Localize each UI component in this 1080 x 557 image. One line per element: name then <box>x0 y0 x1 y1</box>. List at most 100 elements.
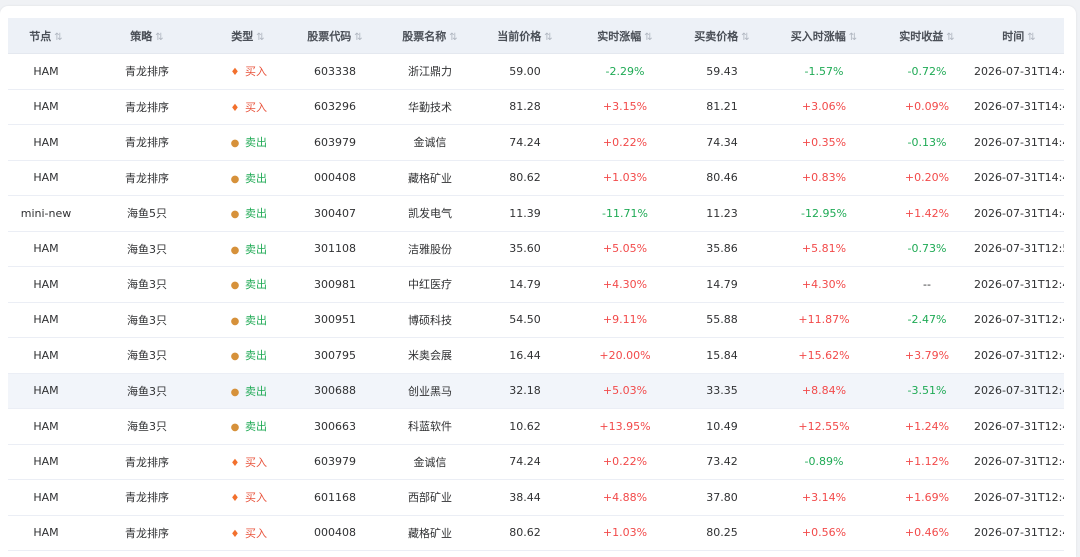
table-row[interactable]: HAM 海鱼3只 ● 卖出 300688 创业黑马 32.18 +5.03% 33.35 +8.8… <box>8 373 1064 409</box>
sort-icon[interactable]: ⇅ <box>256 32 264 43</box>
cell-buy-change: +8.84% <box>801 384 847 398</box>
cell-price: 38.44 <box>509 490 541 504</box>
header-profit[interactable]: 实时收益 ⇅ <box>880 28 974 44</box>
cell-strategy: 海鱼5只 <box>127 207 167 221</box>
cell-strategy: 青龙排序 <box>125 491 169 505</box>
header-name[interactable]: 股票名称 ⇅ <box>384 28 476 44</box>
table-row[interactable]: HAM 海鱼3只 ● 卖出 300981 中红医疗 14.79 +4.30% 14.79 +4.3… <box>8 267 1064 303</box>
cell-time: 2026-07-31T12:49:55 <box>974 384 1064 398</box>
cell-trade-price: 14.79 <box>706 277 738 291</box>
cell-type: ● 卖出 <box>210 170 286 186</box>
table-row[interactable]: mini-new 海鱼5只 ● 卖出 300407 凯发电气 11.39 -11.71% 11.… <box>8 196 1064 232</box>
cell-change: +13.95% <box>599 419 651 433</box>
trade-table: 节点 ⇅ 策略 ⇅ 类型 ⇅ 股票代码 ⇅ 股票名称 ⇅ 当前价格 ⇅ 实时涨幅 ⇅ 买卖价格… <box>8 18 1064 551</box>
cell-buy-change: +0.35% <box>801 135 847 149</box>
sort-icon[interactable]: ⇅ <box>155 32 163 43</box>
header-trade-price[interactable]: 买卖价格 ⇅ <box>676 28 768 44</box>
cell-buy-change: +0.83% <box>801 171 847 185</box>
table-row[interactable]: HAM 海鱼3只 ● 卖出 300795 米奥会展 16.44 +20.00% 15.84 +15… <box>8 338 1064 374</box>
table-row[interactable]: HAM 青龙排序 ♦ 买入 603338 浙江鼎力 59.00 -2.29% 59.43 -1.5… <box>8 54 1064 90</box>
cell-change: +0.22% <box>602 135 648 149</box>
cell-node: HAM <box>33 384 59 398</box>
cell-node: HAM <box>33 455 59 469</box>
cell-change: +1.03% <box>602 526 648 540</box>
cell-profit: -0.73% <box>907 242 947 256</box>
cell-price: 74.24 <box>509 135 541 149</box>
table-row[interactable]: HAM 青龙排序 ♦ 买入 601168 西部矿业 38.44 +4.88% 37.80 +3.1… <box>8 480 1064 516</box>
cell-node: HAM <box>33 135 59 149</box>
header-node[interactable]: 节点 ⇅ <box>8 28 84 44</box>
sort-icon[interactable]: ⇅ <box>849 32 857 43</box>
sort-icon[interactable]: ⇅ <box>449 32 457 43</box>
sort-icon[interactable]: ⇅ <box>644 32 652 43</box>
type-label: 买入 <box>245 526 267 540</box>
cell-node: HAM <box>33 419 59 433</box>
header-time[interactable]: 时间 ⇅ <box>974 28 1064 44</box>
cell-node: HAM <box>33 348 59 362</box>
cell-change: +1.03% <box>602 171 648 185</box>
cell-buy-change: +15.62% <box>798 348 850 362</box>
table-row[interactable]: HAM 青龙排序 ● 卖出 000408 藏格矿业 80.62 +1.03% 80.46 +0.8… <box>8 161 1064 196</box>
cell-profit: -0.72% <box>907 64 947 78</box>
header-buy-change[interactable]: 买入时涨幅 ⇅ <box>768 28 880 44</box>
cell-trade-price: 35.86 <box>706 242 738 256</box>
cell-change: -11.71% <box>602 206 648 220</box>
sort-icon[interactable]: ⇅ <box>946 32 954 43</box>
cell-trade-price: 74.34 <box>706 135 738 149</box>
cell-change: -2.29% <box>605 64 645 78</box>
table-row[interactable]: HAM 青龙排序 ♦ 买入 000408 藏格矿业 80.62 +1.03% 80.25 +0.5… <box>8 516 1064 551</box>
cell-name: 浙江鼎力 <box>408 65 452 79</box>
cell-profit: +0.09% <box>904 100 950 114</box>
cell-strategy: 海鱼3只 <box>127 313 167 327</box>
sort-icon[interactable]: ⇅ <box>544 32 552 43</box>
cell-price: 16.44 <box>509 348 541 362</box>
cell-trade-price: 73.42 <box>706 455 738 469</box>
sort-icon[interactable]: ⇅ <box>54 32 62 43</box>
header-price[interactable]: 当前价格 ⇅ <box>476 28 574 44</box>
cell-code: 603338 <box>314 64 356 78</box>
cell-node: HAM <box>33 313 59 327</box>
cell-name: 创业黑马 <box>408 384 452 398</box>
table-row[interactable]: HAM 青龙排序 ♦ 买入 603296 华勤技术 81.28 +3.15% 81.21 +3.0… <box>8 90 1064 125</box>
cell-change: +3.15% <box>602 100 648 114</box>
header-change[interactable]: 实时涨幅 ⇅ <box>574 28 676 44</box>
flame-icon: ♦ <box>230 528 240 540</box>
sort-icon[interactable]: ⇅ <box>354 32 362 43</box>
cell-strategy: 青龙排序 <box>125 136 169 150</box>
table-row[interactable]: HAM 青龙排序 ♦ 买入 603979 金诚信 74.24 +0.22% 73.42 -0.89… <box>8 445 1064 480</box>
sort-icon[interactable]: ⇅ <box>1027 32 1035 43</box>
table-row[interactable]: HAM 青龙排序 ● 卖出 603979 金诚信 74.24 +0.22% 74.34 +0.35… <box>8 125 1064 161</box>
sort-icon[interactable]: ⇅ <box>741 32 749 43</box>
cell-node: HAM <box>33 526 59 540</box>
flame-icon: ♦ <box>230 102 240 114</box>
cell-strategy: 青龙排序 <box>125 100 169 114</box>
cell-time: 2026-07-31T12:49:59 <box>974 277 1064 291</box>
cell-type: ♦ 买入 <box>210 63 286 79</box>
cell-code: 603296 <box>314 100 356 114</box>
flame-icon: ♦ <box>230 67 240 79</box>
cell-profit: +1.42% <box>904 206 950 220</box>
header-strategy[interactable]: 策略 ⇅ <box>84 28 210 44</box>
table-row[interactable]: HAM 海鱼3只 ● 卖出 300951 博硕科技 54.50 +9.11% 55.88 +11.… <box>8 303 1064 338</box>
header-type[interactable]: 类型 ⇅ <box>210 28 286 44</box>
type-label: 卖出 <box>245 313 267 327</box>
cell-name: 凯发电气 <box>408 207 452 221</box>
type-label: 买入 <box>245 455 267 469</box>
cell-code: 300951 <box>314 313 356 327</box>
cell-trade-price: 11.23 <box>706 206 738 220</box>
cell-type: ● 卖出 <box>210 347 286 363</box>
cell-strategy: 青龙排序 <box>125 526 169 540</box>
cell-change: +5.03% <box>602 384 648 398</box>
header-code[interactable]: 股票代码 ⇅ <box>286 28 384 44</box>
cell-name: 华勤技术 <box>408 100 452 114</box>
cell-time: 2026-07-31T12:50:00 <box>974 242 1064 256</box>
cell-code: 603979 <box>314 135 356 149</box>
cell-trade-price: 80.46 <box>706 171 738 185</box>
table-row[interactable]: HAM 海鱼3只 ● 卖出 300663 科蓝软件 10.62 +13.95% 10.49 +12… <box>8 409 1064 445</box>
cell-trade-price: 10.49 <box>706 419 738 433</box>
type-label: 卖出 <box>245 136 267 150</box>
cell-node: HAM <box>33 277 59 291</box>
money-bag-icon: ● <box>230 386 240 398</box>
table-row[interactable]: HAM 海鱼3只 ● 卖出 301108 洁雅股份 35.60 +5.05% 35.86 +5.8… <box>8 232 1064 267</box>
cell-time: 2026-07-31T14:46:29 <box>974 135 1064 149</box>
